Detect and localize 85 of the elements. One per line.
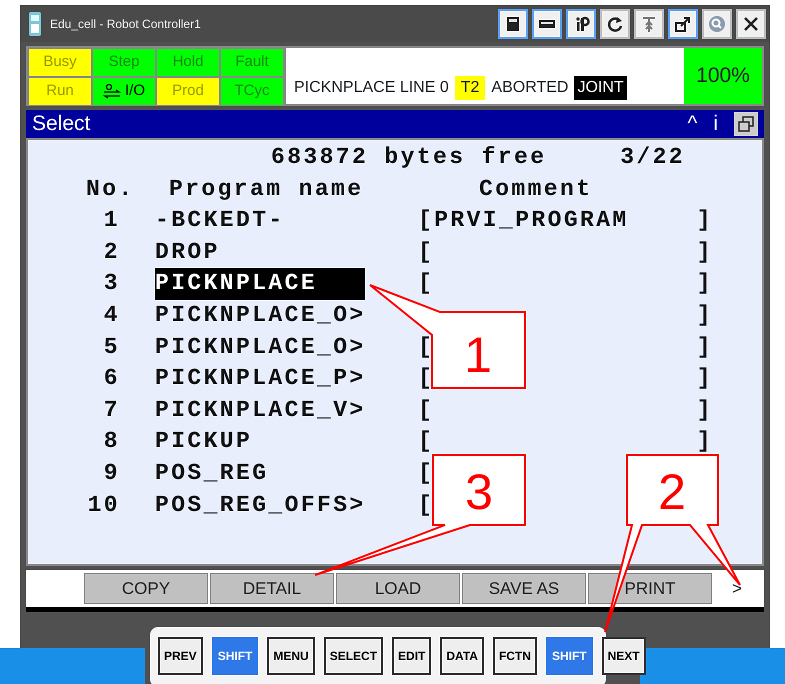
function-key[interactable]: SAVE AS [462,573,586,604]
function-key[interactable]: COPY [84,573,208,604]
memory-text: 683872 bytes free [271,143,546,172]
bracket: ] [696,269,713,298]
bracket: [ [418,334,434,360]
external-icon[interactable] [668,8,698,38]
pendant-icon [28,10,42,36]
column-header: Comment [479,176,592,202]
ip-icon[interactable] [566,8,596,38]
function-key[interactable]: DETAIL [210,573,334,604]
status-cell: Hold [157,49,219,76]
header-control[interactable]: i [713,108,718,140]
bracket: [ [418,492,434,518]
bracket: [ [418,238,434,265]
header-control[interactable]: ^ [687,108,698,140]
bracket: ] [696,238,713,267]
bracket: [ [418,396,434,423]
column-header: Program name [169,176,364,202]
keypad-key[interactable]: EDIT [392,637,432,675]
function-key[interactable]: PRINT [588,573,712,604]
program-name[interactable]: -BCKEDT- [155,207,285,234]
keypad-key[interactable]: NEXT [602,637,646,675]
status-cell: Step [93,49,155,76]
refresh-icon[interactable] [600,8,630,38]
antenna-icon[interactable] [634,8,664,38]
status-message: ABORTED [491,78,568,98]
bracket: ] [696,364,713,394]
bracket: ] [696,332,713,362]
status-message: PICKNPLACE LINE 0 [294,78,449,98]
program-name[interactable]: PICKNPLACE_O> [155,302,366,328]
keypad-key[interactable]: DATA [440,637,484,675]
more-keys-arrow[interactable]: > [732,576,742,602]
mode-badge: T2 [454,76,486,100]
program-comment: PRVI_PROGRAM [434,207,629,234]
motion-badge: JOINT [574,76,627,100]
row-number: 2 [104,238,120,265]
status-cell: Run [29,78,91,105]
row-number: 6 [104,365,120,392]
status-label: I/O [124,81,145,102]
row-number: 7 [104,396,120,423]
bracket: [ [418,207,434,234]
program-name[interactable]: PICKNPLACE [155,268,365,300]
override-value: 100% [684,48,762,104]
row-number: 4 [104,302,120,328]
bracket: ] [696,396,713,425]
row-number: 3 [104,270,120,296]
bracket: ] [696,427,713,456]
close-icon[interactable] [736,8,766,38]
keypad-key[interactable]: SELECT [324,637,384,675]
bracket: [ [418,428,434,454]
row-number: 9 [104,460,120,486]
page-position: 3/22 [620,143,685,172]
status-cell: Prod [157,78,219,105]
maximize-icon[interactable] [734,112,758,136]
program-name[interactable]: DROP [155,238,220,265]
program-name[interactable]: PICKNPLACE_O> [155,334,366,360]
bracket: [ [418,365,434,392]
program-name[interactable]: PICKUP [155,428,252,454]
bracket: [ [418,270,434,296]
keypad-icon[interactable] [498,8,528,38]
screen-title: Select [32,111,90,138]
keypad-key[interactable]: MENU [267,637,315,675]
row-number: 5 [104,334,120,360]
keypad-key[interactable]: SHIFT [546,637,593,675]
program-name[interactable]: POS_REG_OFFS> [155,492,366,518]
bracket: [ [418,460,434,486]
keyboard-icon[interactable] [532,8,562,38]
keypad-key[interactable]: SHIFT [212,637,258,675]
row-number: 8 [104,428,120,454]
program-name[interactable]: PICKNPLACE_V> [155,396,366,423]
status-cell: Busy [29,49,91,76]
row-number: 10 [88,492,120,518]
keypad-key[interactable]: PREV [158,637,203,675]
program-name[interactable]: POS_REG [155,460,268,486]
column-header: No. [86,176,135,202]
bracket: ] [696,206,713,236]
row-number: 1 [104,207,120,234]
status-cell: Fault [221,49,283,76]
status-cell: TCyc [221,78,283,105]
keypad-key[interactable]: FCTN [492,637,537,675]
io-icon [102,84,121,100]
function-key[interactable]: LOAD [336,573,460,604]
bracket: ] [696,300,713,330]
program-name[interactable]: PICKNPLACE_P> [155,365,366,392]
window-title: Edu_cell - Robot Controller1 [50,16,201,32]
